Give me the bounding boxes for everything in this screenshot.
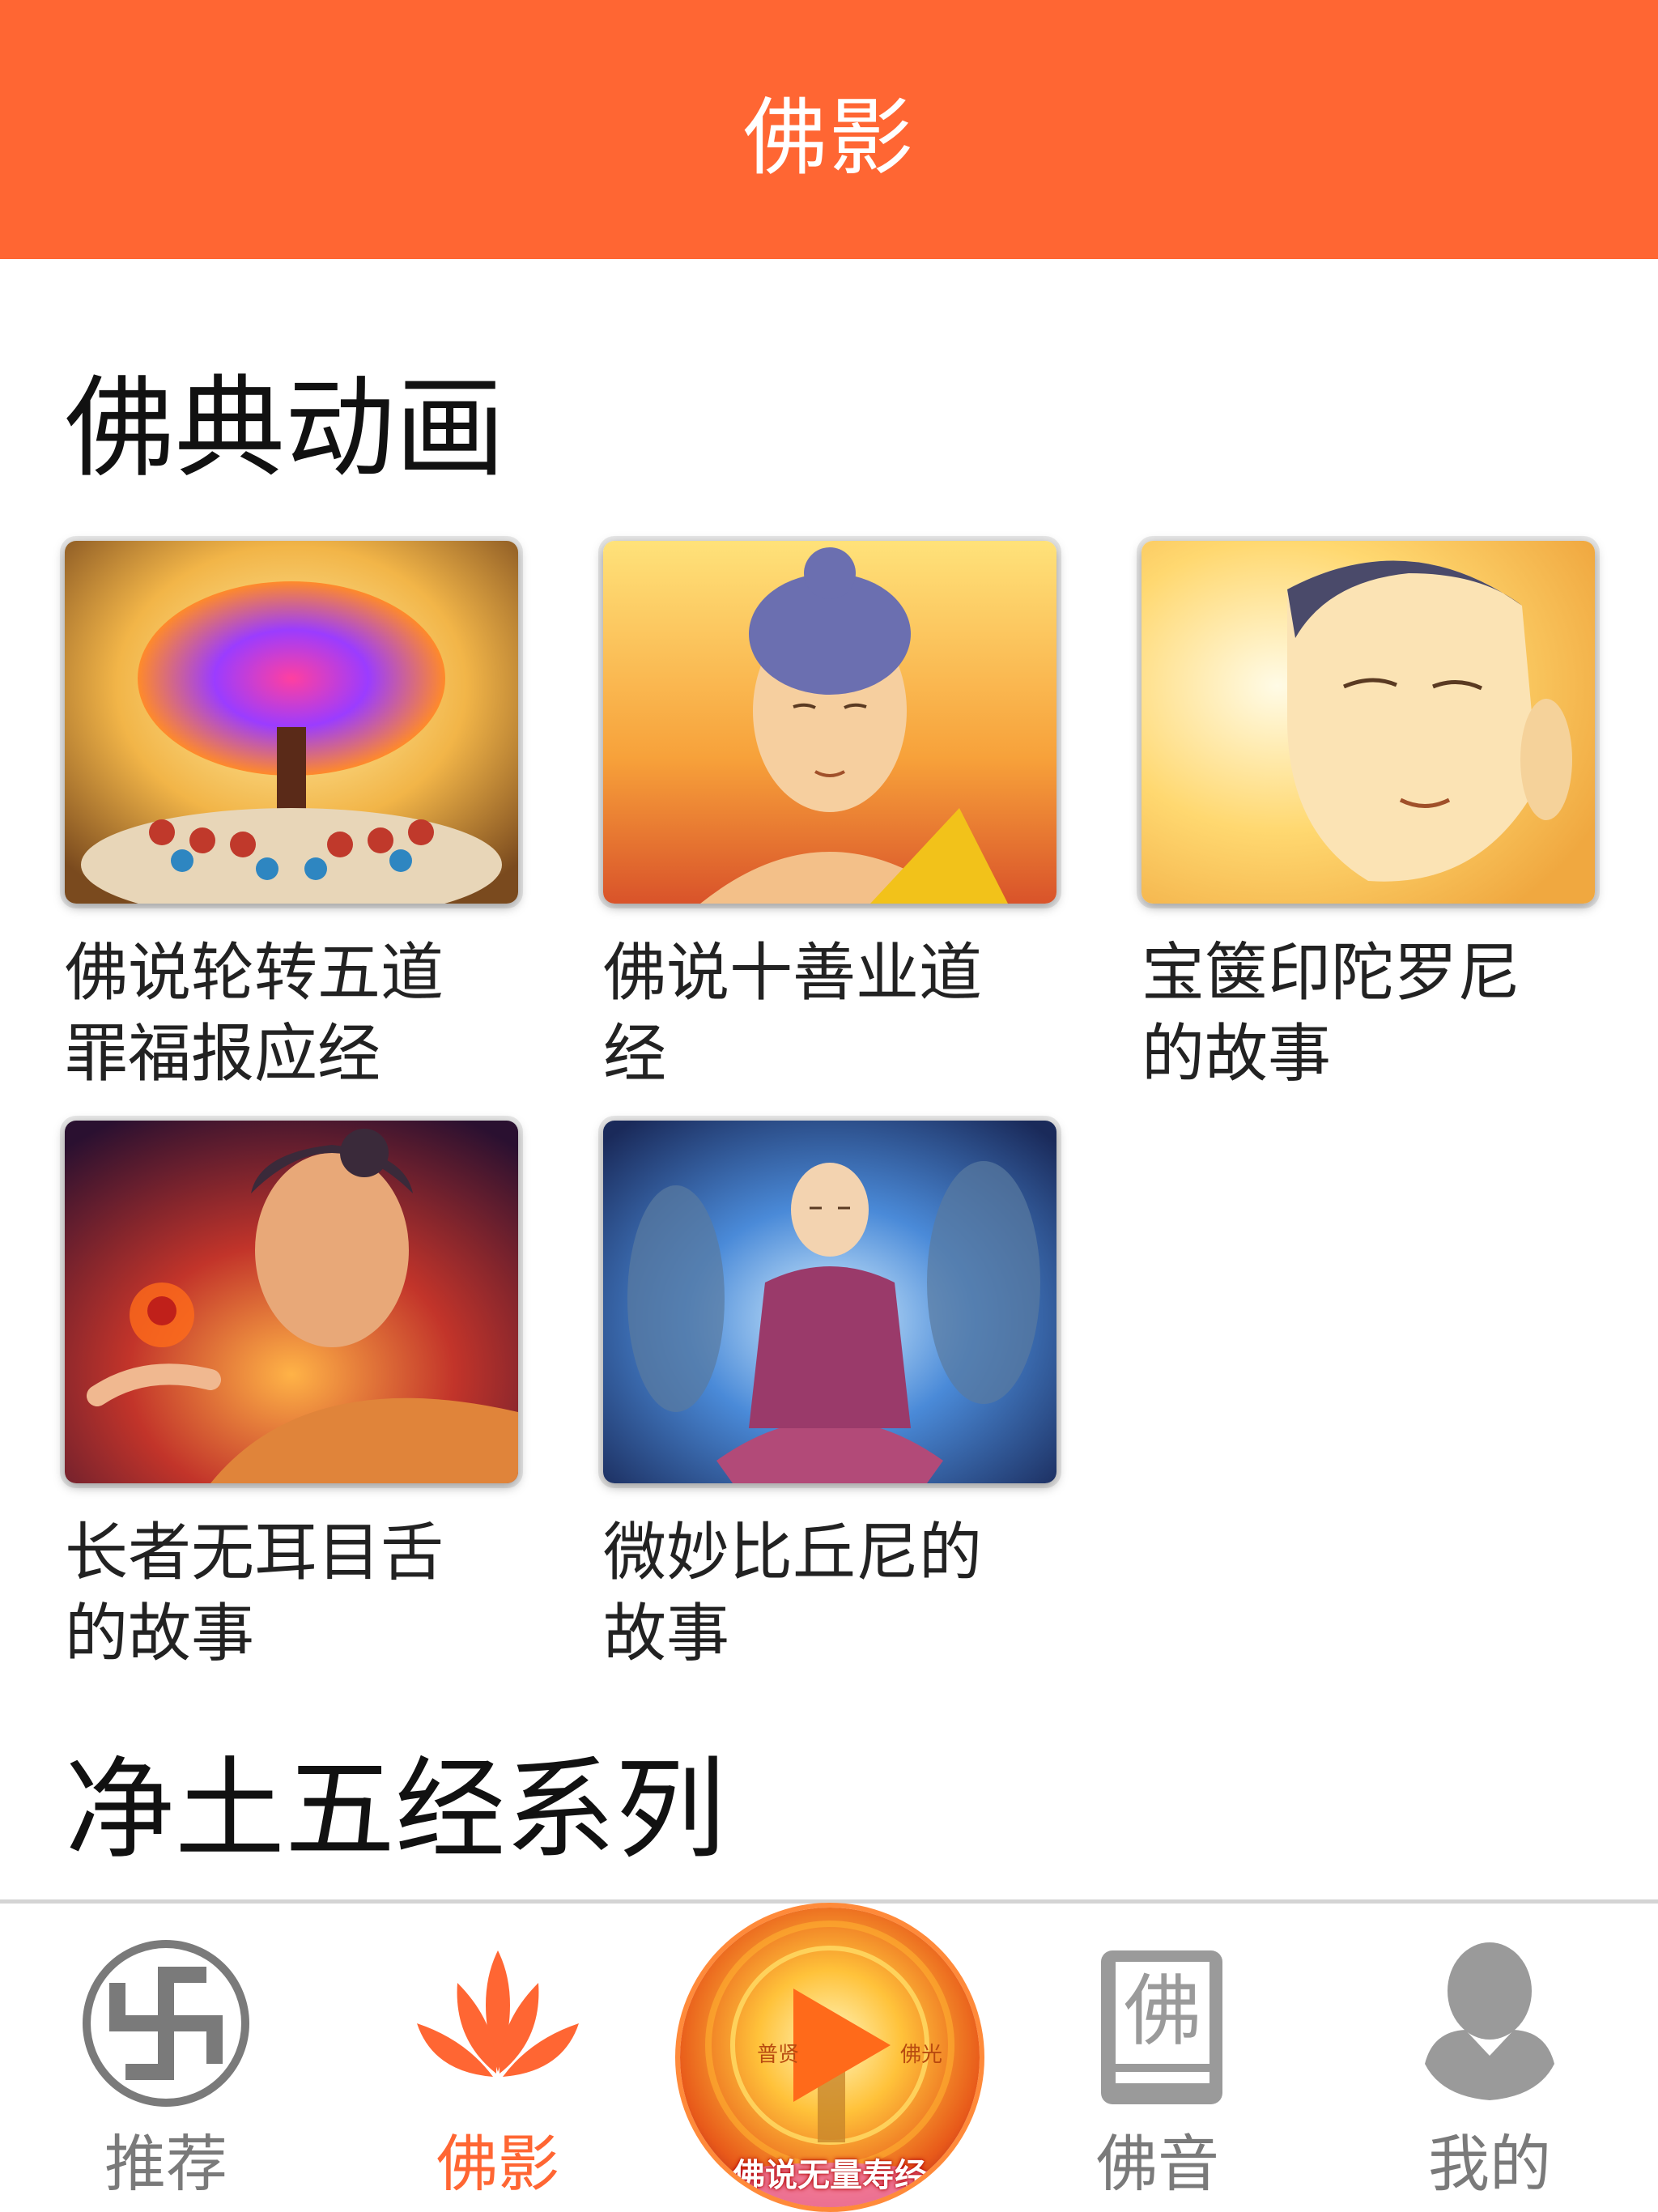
lotus-icon (409, 1934, 587, 2112)
person-icon (1401, 1934, 1579, 2112)
video-card[interactable]: 宝箧印陀罗尼的故事 (1141, 541, 1595, 1095)
video-card[interactable]: 佛说轮转五道罪福报应经 (65, 541, 518, 1095)
video-title[interactable]: 佛说轮转五道罪福报应经 (65, 933, 470, 1095)
nav-item-buddha-video[interactable]: 佛影 (364, 1904, 631, 2212)
nav-item-mine[interactable]: 我的 (1356, 1904, 1623, 2212)
video-thumbnail[interactable] (603, 1121, 1056, 1483)
nav-label: 佛音 (1096, 2128, 1219, 2200)
section-title-buddhist-animation: 佛典动画 (65, 365, 505, 493)
app-root: 佛影 佛典动画 佛说轮转五道罪福报应经 佛说十善业道经 宝箧印陀罗尼的故事 长者… (0, 0, 1658, 2212)
page-title: 佛影 (742, 87, 915, 187)
section-title-pure-land-sutras: 净土五经系列 (65, 1746, 725, 1874)
nav-item-buddha-audio[interactable]: 佛 佛音 (1024, 1904, 1291, 2212)
video-thumbnail[interactable] (603, 541, 1056, 904)
video-thumbnail[interactable] (65, 541, 518, 904)
video-card[interactable]: 佛说十善业道经 (603, 541, 1056, 1095)
video-title[interactable]: 微妙比丘尼的故事 (603, 1512, 1008, 1674)
nav-item-recommend[interactable]: 推荐 (32, 1904, 300, 2212)
video-thumbnail[interactable] (1141, 541, 1595, 904)
nav-label: 我的 (1428, 2128, 1551, 2200)
svg-text:佛光: 佛光 (900, 2043, 942, 2067)
video-title[interactable]: 宝箧印陀罗尼的故事 (1141, 933, 1546, 1095)
nav-label: 佛影 (436, 2128, 559, 2200)
top-bar: 佛影 (0, 0, 1658, 259)
center-player-caption: 佛说无量寿经 (733, 2157, 927, 2194)
video-card[interactable]: 长者无耳目舌的故事 (65, 1121, 518, 1674)
swastika-icon (77, 1934, 255, 2112)
nav-label: 推荐 (104, 2128, 227, 2200)
svg-text:普贤: 普贤 (757, 2043, 799, 2067)
video-thumbnail[interactable] (65, 1121, 518, 1483)
video-card[interactable]: 微妙比丘尼的故事 (603, 1121, 1056, 1674)
buddha-book-icon: 佛 (1069, 1934, 1247, 2112)
center-player-button[interactable]: 普贤 佛光 佛说无量寿经 (680, 1908, 980, 2207)
svg-text:佛: 佛 (1124, 1966, 1201, 2057)
video-title[interactable]: 长者无耳目舌的故事 (65, 1512, 470, 1674)
video-title[interactable]: 佛说十善业道经 (603, 933, 1008, 1095)
